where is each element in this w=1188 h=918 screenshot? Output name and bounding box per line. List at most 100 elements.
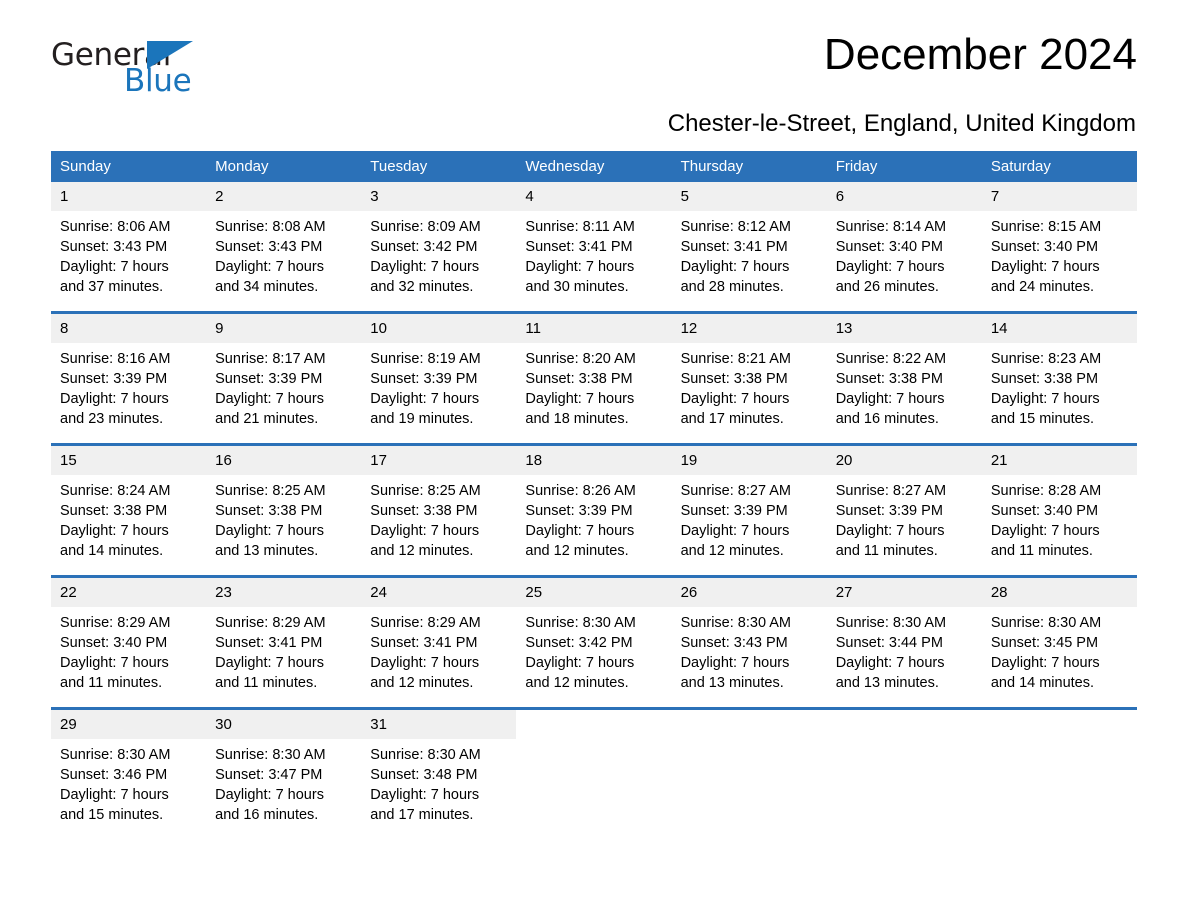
calendar-day-cell[interactable]: 18 Sunrise: 8:26 AM Sunset: 3:39 PM Dayligh… xyxy=(516,443,672,577)
day-daylight-1-text: Daylight: 7 hours xyxy=(60,523,169,539)
day-daylight-2-text: and 13 minutes. xyxy=(835,675,939,691)
calendar-day-cell[interactable]: 29 Sunrise: 8:30 AM Sunset: 3:46 PM Dayligh… xyxy=(51,707,207,839)
day-sunrise-text: Sunrise: 8:08 AM xyxy=(215,219,326,235)
day-sunset-text: Sunset: 3:39 PM xyxy=(60,371,168,387)
generalblue-logo[interactable]: General Blue xyxy=(51,38,201,100)
calendar-week-row: 29 Sunrise: 8:30 AM Sunset: 3:46 PM Dayligh… xyxy=(51,707,1137,839)
calendar-day-cell[interactable]: 28 Sunrise: 8:30 AM Sunset: 3:45 PM Dayligh… xyxy=(981,575,1137,709)
calendar-day-cell[interactable]: 11 Sunrise: 8:20 AM Sunset: 3:38 PM Dayligh… xyxy=(516,311,672,445)
calendar-day-cell[interactable]: 24 Sunrise: 8:29 AM Sunset: 3:41 PM Dayligh… xyxy=(361,575,517,709)
day-cell-inner xyxy=(982,710,1137,839)
day-details: Sunrise: 8:28 AM Sunset: 3:40 PM Daylight:… xyxy=(982,475,1137,561)
day-cell-inner: 5 Sunrise: 8:12 AM Sunset: 3:41 PM Daylight… xyxy=(671,182,827,311)
day-sunrise-text: Sunrise: 8:17 AM xyxy=(215,351,326,367)
calendar-day-cell[interactable]: 27 Sunrise: 8:30 AM Sunset: 3:44 PM Dayligh… xyxy=(826,575,982,709)
day-daylight-2-text: and 13 minutes. xyxy=(215,543,319,559)
calendar-day-cell[interactable]: 6 Sunrise: 8:14 AM Sunset: 3:40 PM Daylight… xyxy=(826,182,982,313)
day-sunrise-text: Sunrise: 8:29 AM xyxy=(60,615,171,631)
weekday-header-monday: Monday xyxy=(206,151,362,182)
calendar-day-cell[interactable]: 19 Sunrise: 8:27 AM Sunset: 3:39 PM Dayligh… xyxy=(671,443,827,577)
day-cell-inner: 31 Sunrise: 8:30 AM Sunset: 3:48 PM Dayligh… xyxy=(361,710,517,839)
calendar-day-cell[interactable]: 25 Sunrise: 8:30 AM Sunset: 3:42 PM Dayligh… xyxy=(516,575,672,709)
day-cell-inner: 1 Sunrise: 8:06 AM Sunset: 3:43 PM Daylight… xyxy=(51,182,207,311)
day-daylight-2-text: and 16 minutes. xyxy=(215,807,319,823)
day-sunrise-text: Sunrise: 8:11 AM xyxy=(525,219,635,235)
day-number: 21 xyxy=(981,446,1137,475)
calendar-day-cell[interactable]: 5 Sunrise: 8:12 AM Sunset: 3:41 PM Daylight… xyxy=(671,182,827,313)
day-sunset-text: Sunset: 3:43 PM xyxy=(680,635,788,651)
calendar-day-cell[interactable]: 4 Sunrise: 8:11 AM Sunset: 3:41 PM Daylight… xyxy=(516,182,672,313)
day-cell-inner xyxy=(672,710,827,839)
day-sunrise-text: Sunrise: 8:27 AM xyxy=(680,483,791,499)
day-cell-inner: 15 Sunrise: 8:24 AM Sunset: 3:38 PM Dayligh… xyxy=(51,446,207,575)
day-cell-inner: 19 Sunrise: 8:27 AM Sunset: 3:39 PM Dayligh… xyxy=(671,446,827,575)
day-details xyxy=(827,739,982,745)
calendar-day-cell[interactable]: 9 Sunrise: 8:17 AM Sunset: 3:39 PM Daylight… xyxy=(206,311,362,445)
weekday-header-thursday: Thursday xyxy=(671,151,827,182)
day-sunset-text: Sunset: 3:38 PM xyxy=(60,503,168,519)
calendar-day-cell[interactable]: 7 Sunrise: 8:15 AM Sunset: 3:40 PM Daylight… xyxy=(981,182,1137,313)
day-number: 8 xyxy=(51,314,207,343)
day-daylight-1-text: Daylight: 7 hours xyxy=(370,787,480,803)
day-details: Sunrise: 8:29 AM Sunset: 3:40 PM Daylight:… xyxy=(51,607,206,693)
day-daylight-2-text: and 26 minutes. xyxy=(835,279,939,295)
day-sunset-text: Sunset: 3:42 PM xyxy=(370,239,478,255)
day-sunrise-text: Sunrise: 8:30 AM xyxy=(680,615,791,631)
day-details: Sunrise: 8:25 AM Sunset: 3:38 PM Daylight:… xyxy=(361,475,516,561)
day-sunrise-text: Sunrise: 8:29 AM xyxy=(215,615,326,631)
day-sunset-text: Sunset: 3:38 PM xyxy=(835,371,943,387)
day-details: Sunrise: 8:29 AM Sunset: 3:41 PM Daylight:… xyxy=(206,607,361,693)
calendar-day-cell[interactable]: 16 Sunrise: 8:25 AM Sunset: 3:38 PM Dayligh… xyxy=(206,443,362,577)
day-daylight-2-text: and 16 minutes. xyxy=(835,411,939,427)
day-cell-inner: 25 Sunrise: 8:30 AM Sunset: 3:42 PM Dayligh… xyxy=(516,578,672,707)
day-sunset-text: Sunset: 3:48 PM xyxy=(370,767,478,783)
calendar-day-cell[interactable]: 13 Sunrise: 8:22 AM Sunset: 3:38 PM Dayligh… xyxy=(826,311,982,445)
calendar-table: Sunday Monday Tuesday Wednesday Thursday… xyxy=(51,151,1137,839)
calendar-day-cell[interactable]: 20 Sunrise: 8:27 AM Sunset: 3:39 PM Dayligh… xyxy=(826,443,982,577)
day-details: Sunrise: 8:20 AM Sunset: 3:38 PM Daylight:… xyxy=(516,343,671,429)
day-number: 31 xyxy=(361,710,517,739)
day-daylight-2-text: and 12 minutes. xyxy=(370,675,474,691)
day-number: 7 xyxy=(981,182,1137,211)
calendar-day-cell[interactable]: 22 Sunrise: 8:29 AM Sunset: 3:40 PM Dayligh… xyxy=(51,575,207,709)
day-number: 6 xyxy=(826,182,982,211)
day-daylight-2-text: and 11 minutes. xyxy=(215,675,318,691)
day-details: Sunrise: 8:26 AM Sunset: 3:39 PM Daylight:… xyxy=(516,475,671,561)
day-details: Sunrise: 8:09 AM Sunset: 3:42 PM Daylight:… xyxy=(361,211,516,297)
calendar-day-cell[interactable]: 8 Sunrise: 8:16 AM Sunset: 3:39 PM Daylight… xyxy=(51,311,207,445)
day-number: 12 xyxy=(671,314,827,343)
calendar-day-cell[interactable]: 23 Sunrise: 8:29 AM Sunset: 3:41 PM Dayligh… xyxy=(206,575,362,709)
day-details: Sunrise: 8:30 AM Sunset: 3:45 PM Daylight:… xyxy=(982,607,1137,693)
day-cell-inner: 10 Sunrise: 8:19 AM Sunset: 3:39 PM Dayligh… xyxy=(361,314,517,443)
calendar-day-cell[interactable]: 15 Sunrise: 8:24 AM Sunset: 3:38 PM Dayligh… xyxy=(51,443,207,577)
calendar-day-cell[interactable]: 30 Sunrise: 8:30 AM Sunset: 3:47 PM Dayligh… xyxy=(206,707,362,839)
day-details: Sunrise: 8:30 AM Sunset: 3:42 PM Daylight:… xyxy=(516,607,671,693)
calendar-day-cell[interactable]: 3 Sunrise: 8:09 AM Sunset: 3:42 PM Daylight… xyxy=(361,182,517,313)
day-daylight-2-text: and 18 minutes. xyxy=(525,411,629,427)
calendar-day-cell[interactable]: 2 Sunrise: 8:08 AM Sunset: 3:43 PM Daylight… xyxy=(206,182,362,313)
day-sunset-text: Sunset: 3:38 PM xyxy=(525,371,633,387)
day-daylight-2-text: and 17 minutes. xyxy=(680,411,784,427)
day-sunrise-text: Sunrise: 8:19 AM xyxy=(370,351,481,367)
day-daylight-1-text: Daylight: 7 hours xyxy=(835,523,945,539)
calendar-day-cell[interactable]: 14 Sunrise: 8:23 AM Sunset: 3:38 PM Dayligh… xyxy=(981,311,1137,445)
day-cell-inner: 17 Sunrise: 8:25 AM Sunset: 3:38 PM Dayligh… xyxy=(361,446,517,575)
calendar-day-cell[interactable]: 26 Sunrise: 8:30 AM Sunset: 3:43 PM Dayligh… xyxy=(671,575,827,709)
day-daylight-1-text: Daylight: 7 hours xyxy=(370,655,480,671)
calendar-day-cell[interactable]: 17 Sunrise: 8:25 AM Sunset: 3:38 PM Dayligh… xyxy=(361,443,517,577)
calendar-day-cell[interactable]: 31 Sunrise: 8:30 AM Sunset: 3:48 PM Dayligh… xyxy=(361,707,517,839)
day-sunset-text: Sunset: 3:45 PM xyxy=(990,635,1099,651)
day-daylight-1-text: Daylight: 7 hours xyxy=(835,391,945,407)
day-sunset-text: Sunset: 3:38 PM xyxy=(370,503,478,519)
day-daylight-1-text: Daylight: 7 hours xyxy=(990,523,1100,539)
calendar-day-cell[interactable]: 10 Sunrise: 8:19 AM Sunset: 3:39 PM Dayligh… xyxy=(361,311,517,445)
day-daylight-2-text: and 32 minutes. xyxy=(370,279,474,295)
day-sunrise-text: Sunrise: 8:16 AM xyxy=(60,351,171,367)
calendar-day-cell[interactable]: 1 Sunrise: 8:06 AM Sunset: 3:43 PM Daylight… xyxy=(51,182,207,313)
calendar-day-cell[interactable]: 12 Sunrise: 8:21 AM Sunset: 3:38 PM Dayligh… xyxy=(671,311,827,445)
day-sunset-text: Sunset: 3:38 PM xyxy=(680,371,788,387)
day-number: 16 xyxy=(206,446,362,475)
day-cell-inner: 20 Sunrise: 8:27 AM Sunset: 3:39 PM Dayligh… xyxy=(826,446,982,575)
calendar-day-cell[interactable]: 21 Sunrise: 8:28 AM Sunset: 3:40 PM Dayligh… xyxy=(981,443,1137,577)
day-cell-inner: 26 Sunrise: 8:30 AM Sunset: 3:43 PM Dayligh… xyxy=(671,578,827,707)
